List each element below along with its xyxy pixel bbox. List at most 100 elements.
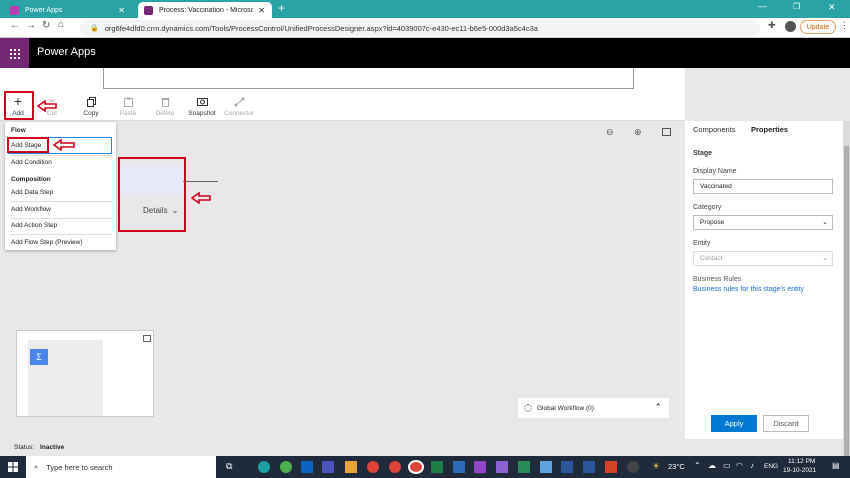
close-icon[interactable]: ✕ <box>258 6 265 15</box>
url-input[interactable]: 🔒 org6fe4dfd0.crm.dynamics.com/Tools/Pro… <box>80 20 760 36</box>
tab-components[interactable]: Components <box>693 125 736 134</box>
business-rules-label: Business Rules <box>693 276 742 283</box>
file-explorer-icon[interactable] <box>345 461 357 473</box>
extensions-icon[interactable]: ✚ <box>768 20 776 31</box>
pointer-arrow-icon <box>191 192 211 204</box>
app-icon[interactable] <box>540 461 552 473</box>
category-select[interactable]: Propose ⌄ <box>693 215 833 230</box>
chrome-icon[interactable] <box>280 461 292 473</box>
edge-icon[interactable] <box>258 461 270 473</box>
chevron-up-icon[interactable]: ⌃ <box>654 402 662 413</box>
task-view-icon[interactable]: ⧉ <box>226 461 232 472</box>
highlight-box-stage <box>118 157 186 232</box>
minimap[interactable]: Σ <box>16 330 154 417</box>
stage-icon: Σ <box>30 349 48 365</box>
business-rules-link[interactable]: Business rules for this stage's entity <box>693 286 804 293</box>
maximize-icon[interactable]: ❐ <box>793 2 800 11</box>
volume-icon[interactable]: ♪ <box>750 461 754 470</box>
taskbar-search-input[interactable]: ⌕ Type here to search <box>26 456 216 478</box>
global-workflow-bar[interactable]: Global Workflow (0) ⌃ <box>518 398 669 418</box>
tab-properties[interactable]: Properties <box>751 125 788 134</box>
highlight-box-add-stage <box>7 137 49 153</box>
connector-button[interactable]: Connector <box>221 96 257 117</box>
powerpoint-icon[interactable] <box>605 461 617 473</box>
category-value: Propose <box>700 219 725 226</box>
category-label: Category <box>693 204 722 211</box>
connector-line <box>183 181 218 182</box>
new-tab-icon[interactable]: + <box>278 1 285 15</box>
snapshot-button[interactable]: Snapshot <box>184 96 220 117</box>
close-icon[interactable]: ✕ <box>118 6 125 15</box>
expand-icon[interactable] <box>143 335 151 342</box>
notification-icon[interactable]: ▤ <box>832 461 840 470</box>
profile-avatar[interactable] <box>785 21 796 32</box>
home-icon[interactable]: ⌂ <box>58 19 64 30</box>
menu-header-composition: Composition <box>11 176 51 183</box>
spinner-icon <box>524 404 532 412</box>
app-icon[interactable] <box>561 461 573 473</box>
outlook-icon[interactable] <box>301 461 313 473</box>
excel-icon[interactable] <box>431 461 443 473</box>
display-name-field[interactable]: Vaccinated <box>693 179 833 194</box>
menu-item-add-data-step[interactable]: Add Data Step <box>11 189 53 196</box>
teams-icon[interactable] <box>322 461 334 473</box>
paste-button[interactable]: Paste <box>110 96 146 117</box>
chevron-up-icon[interactable]: ⌃ <box>694 461 701 470</box>
entity-select[interactable]: Contact ⌄ <box>693 251 833 266</box>
divider <box>11 155 113 156</box>
zoom-in-icon[interactable]: ⊕ <box>634 127 642 138</box>
apply-button[interactable]: Apply <box>711 415 757 432</box>
entity-label: Entity <box>693 240 711 247</box>
app-icon[interactable] <box>518 461 530 473</box>
delete-label: Delete <box>155 110 175 117</box>
close-window-icon[interactable]: ✕ <box>828 2 836 13</box>
back-icon[interactable]: ← <box>10 20 20 31</box>
scrollbar[interactable] <box>843 121 850 456</box>
clipboard-icon <box>110 96 146 107</box>
fit-to-screen-icon[interactable] <box>662 128 671 136</box>
menu-item-add-workflow[interactable]: Add Workflow <box>11 206 51 213</box>
scrollbar-thumb[interactable] <box>844 146 849 456</box>
visual-studio-icon[interactable] <box>496 461 508 473</box>
power-apps-icon[interactable] <box>474 461 486 473</box>
copy-button[interactable]: Copy <box>73 96 109 117</box>
chrome-icon[interactable] <box>367 461 379 473</box>
clock-time: 11:12 PM <box>788 458 816 465</box>
delete-button[interactable]: Delete <box>147 96 183 117</box>
url-text: org6fe4dfd0.crm.dynamics.com/Tools/Proce… <box>104 23 538 33</box>
menu-item-add-condition[interactable]: Add Condition <box>11 159 52 166</box>
discard-button[interactable]: Discard <box>763 415 809 432</box>
menu-item-add-action-step[interactable]: Add Action Step <box>11 222 57 229</box>
windows-start-icon[interactable] <box>8 462 18 472</box>
refresh-icon[interactable]: ↻ <box>42 20 50 31</box>
dynamics-icon <box>144 5 153 15</box>
status-label: Status: <box>14 444 35 451</box>
more-icon[interactable]: ⋮ <box>840 20 849 31</box>
app-icon[interactable] <box>627 461 639 473</box>
clock-date: 19-10-2021 <box>783 467 817 474</box>
app-launcher-button[interactable] <box>0 38 29 68</box>
chrome-icon[interactable] <box>389 461 401 473</box>
copy-label: Copy <box>83 110 99 117</box>
word-icon[interactable] <box>583 461 595 473</box>
search-icon: ⌕ <box>34 462 39 471</box>
app-icon[interactable] <box>453 461 465 473</box>
zoom-out-icon[interactable]: ⊖ <box>606 127 614 138</box>
tab-process-vaccination[interactable]: Process: Vaccination - Microsoft D ✕ <box>138 2 272 18</box>
trash-icon <box>147 96 183 107</box>
tab-power-apps[interactable]: Power Apps ✕ <box>4 2 132 18</box>
language-indicator[interactable]: ENG <box>764 463 778 470</box>
app-header: Power Apps <box>0 38 850 68</box>
highlight-box-add <box>4 91 34 120</box>
chrome-active-icon[interactable] <box>408 460 424 474</box>
snapshot-label: Snapshot <box>188 110 216 117</box>
menu-item-add-flow-step[interactable]: Add Flow Step (Preview) <box>11 239 83 246</box>
update-button[interactable]: Update <box>800 20 836 34</box>
cloud-icon: ☁ <box>708 461 716 470</box>
display-name-label: Display Name <box>693 168 737 175</box>
minimize-icon[interactable]: — <box>758 1 767 11</box>
divider <box>11 234 113 235</box>
browser-tab-bar: Power Apps ✕ Process: Vaccination - Micr… <box>0 0 850 18</box>
lock-icon: 🔒 <box>90 25 99 32</box>
forward-icon[interactable]: → <box>26 20 36 31</box>
